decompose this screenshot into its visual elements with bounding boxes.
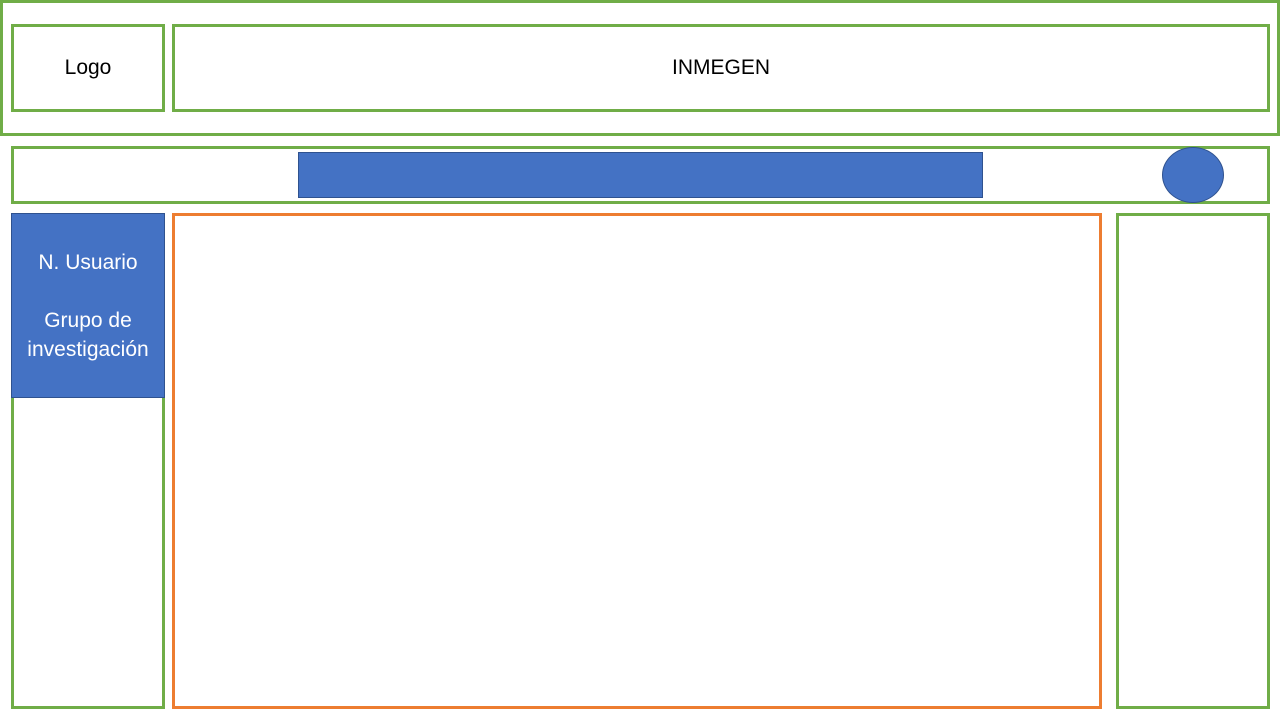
site-title: INMEGEN bbox=[671, 56, 770, 79]
user-avatar[interactable] bbox=[1162, 147, 1224, 203]
logo-label: Logo bbox=[64, 56, 112, 79]
site-title-box: INMEGEN bbox=[172, 24, 1270, 112]
right-sidebar bbox=[1116, 213, 1270, 709]
research-group-label: Grupo de investigación bbox=[27, 309, 149, 361]
user-name-label: N. Usuario bbox=[38, 251, 138, 274]
user-info-panel[interactable]: N. Usuario Grupo de investigación bbox=[11, 213, 165, 398]
search-bar-placeholder[interactable] bbox=[298, 152, 983, 198]
main-content-area bbox=[172, 213, 1102, 709]
logo-placeholder[interactable]: Logo bbox=[11, 24, 165, 112]
